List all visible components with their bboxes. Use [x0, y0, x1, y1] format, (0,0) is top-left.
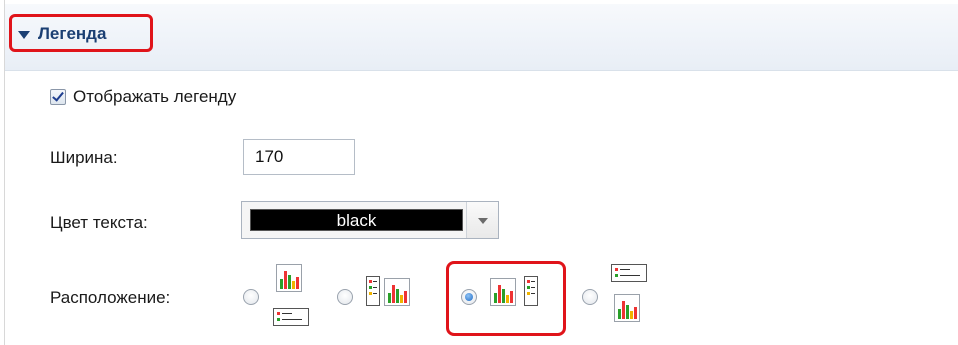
text-color-select[interactable]: black: [241, 201, 499, 239]
chart-with-legend-right-icon[interactable]: [490, 276, 538, 310]
bar-chart-icon: [614, 294, 640, 322]
show-legend-label[interactable]: Отображать легенду: [73, 87, 236, 107]
bar-chart-icon: [388, 285, 407, 303]
legend-box-icon: [611, 264, 647, 282]
legend-box-icon: [273, 308, 309, 326]
chevron-down-icon[interactable]: [466, 202, 498, 238]
legend-lines-icon: [615, 268, 640, 277]
width-input[interactable]: [243, 139, 355, 175]
expand-triangle-icon[interactable]: [18, 31, 30, 39]
bar-chart-icon: [384, 278, 410, 306]
checkmark-icon: [52, 89, 64, 102]
chart-with-legend-above-icon[interactable]: [608, 264, 654, 332]
position-radio-legend-top[interactable]: [582, 289, 598, 305]
chart-with-legend-left-icon[interactable]: [366, 276, 414, 310]
bar-chart-icon: [280, 271, 299, 289]
bar-chart-icon: [494, 285, 513, 303]
section-toggle[interactable]: Легенда: [18, 23, 106, 45]
bar-chart-icon: [618, 301, 637, 319]
position-label: Расположение:: [50, 288, 171, 307]
position-radio-legend-bottom[interactable]: [243, 289, 259, 305]
chart-with-legend-below-icon[interactable]: [270, 264, 316, 332]
bar-chart-icon: [490, 278, 516, 306]
position-radio-legend-right[interactable]: [461, 289, 477, 305]
text-color-swatch: black: [250, 209, 463, 231]
show-legend-checkbox[interactable]: [50, 89, 66, 105]
section-title: Легенда: [38, 24, 107, 43]
bar-chart-icon: [276, 264, 302, 292]
legend-box-icon: [524, 276, 538, 306]
legend-lines-icon: [369, 280, 377, 295]
width-label: Ширина:: [50, 148, 118, 167]
legend-lines-icon: [527, 280, 535, 295]
position-radio-legend-left[interactable]: [337, 289, 353, 305]
text-color-label: Цвет текста:: [50, 213, 148, 232]
legend-lines-icon: [277, 312, 302, 321]
legend-box-icon: [366, 276, 380, 306]
show-legend-row[interactable]: Отображать легенду: [50, 87, 236, 107]
